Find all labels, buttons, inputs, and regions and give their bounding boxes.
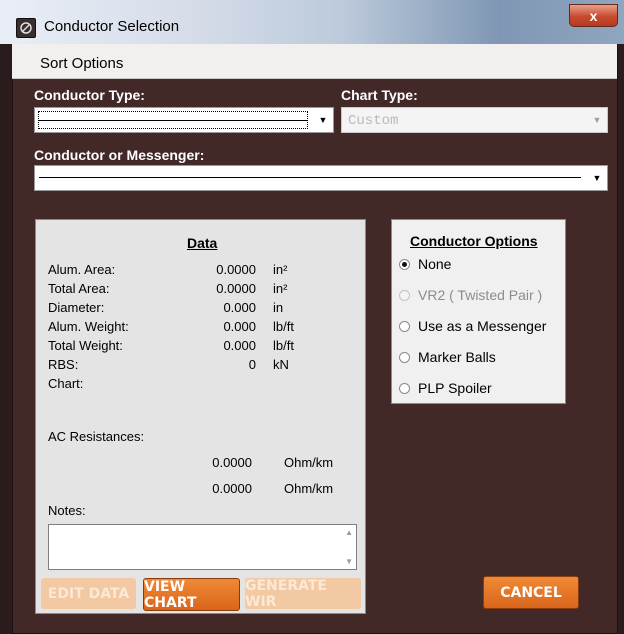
row-label-total-weight: Total Weight: [48, 338, 123, 353]
conductor-options-title: Conductor Options [410, 233, 538, 249]
window-title: Conductor Selection [44, 18, 180, 35]
conductor-or-messenger-select[interactable]: ▼ [34, 165, 608, 191]
radio-icon [399, 320, 410, 332]
option-none-label: None [418, 256, 452, 272]
unit-diameter: in [273, 300, 284, 315]
radio-checked-icon [399, 258, 410, 270]
option-none[interactable]: None [399, 256, 451, 272]
close-button[interactable]: x [569, 4, 618, 27]
notes-field[interactable]: ▲ ▼ [48, 524, 357, 570]
view-chart-button[interactable]: VIEW CHART [143, 578, 240, 611]
row-label-rbs: RBS: [48, 357, 79, 372]
chevron-down-icon[interactable]: ▼ [313, 108, 333, 132]
conductor-type-select[interactable]: ▼ [34, 107, 334, 133]
value-total-weight: 0.000 [223, 338, 256, 353]
option-plp-spoiler-label: PLP Spoiler [418, 380, 492, 396]
data-panel-title: Data [187, 235, 218, 251]
option-plp-spoiler[interactable]: PLP Spoiler [399, 380, 492, 396]
chevron-down-icon[interactable]: ▼ [587, 166, 607, 190]
unit-total-area: in² [273, 281, 288, 296]
option-vr2[interactable]: VR2 ( Twisted Pair ) [399, 287, 542, 303]
value-rbs: 0 [248, 357, 256, 372]
ac-resistances-label: AC Resistances: [48, 429, 145, 444]
value-ac-resistance-2: 0.0000 [212, 481, 252, 496]
scroll-up-icon[interactable]: ▲ [345, 528, 353, 537]
title-bar: Conductor Selection x [0, 0, 624, 44]
option-marker-balls-label: Marker Balls [418, 349, 496, 365]
scroll-down-icon[interactable]: ▼ [345, 557, 353, 566]
option-messenger[interactable]: Use as a Messenger [399, 318, 546, 334]
conductor-type-label: Conductor Type: [34, 87, 145, 103]
chevron-down-icon[interactable]: ▼ [587, 108, 607, 132]
conductor-options-panel: Conductor Options None VR2 ( Twisted Pai… [391, 219, 566, 404]
selection-line [39, 177, 581, 178]
value-alum-area: 0.0000 [216, 262, 256, 277]
value-ac-resistance-1: 0.0000 [212, 455, 252, 470]
unit-ac-resistance-2: Ohm/km [284, 481, 334, 496]
row-label-diameter: Diameter: [48, 300, 105, 315]
close-icon: x [589, 7, 598, 24]
value-total-area: 0.0000 [216, 281, 256, 296]
unit-rbs: kN [273, 357, 289, 372]
radio-icon [399, 382, 410, 394]
row-label-alum-weight: Alum. Weight: [48, 319, 129, 334]
unit-total-weight: lb/ft [273, 338, 294, 353]
edit-data-button[interactable]: EDIT DATA [41, 578, 136, 609]
unit-ac-resistance-1: Ohm/km [284, 455, 334, 470]
option-messenger-label: Use as a Messenger [418, 318, 547, 334]
cancel-button[interactable]: CANCEL [483, 576, 579, 609]
option-marker-balls[interactable]: Marker Balls [399, 349, 496, 365]
conductor-or-messenger-label: Conductor or Messenger: [34, 147, 205, 163]
notes-label: Notes: [48, 503, 86, 518]
radio-icon [399, 289, 410, 301]
row-label-chart: Chart: [48, 376, 84, 391]
value-diameter: 0.000 [223, 300, 256, 315]
chart-type-select[interactable]: Custom ▼ [341, 107, 608, 133]
selection-line [39, 120, 307, 121]
unit-alum-area: in² [273, 262, 288, 277]
row-label-alum-area: Alum. Area: [48, 262, 116, 277]
option-vr2-label: VR2 ( Twisted Pair ) [418, 287, 543, 303]
app-icon [16, 18, 36, 38]
row-label-total-area: Total Area: [48, 281, 110, 296]
value-alum-weight: 0.000 [223, 319, 256, 334]
menu-sort-options[interactable]: Sort Options [40, 55, 123, 72]
radio-icon [399, 351, 410, 363]
unit-alum-weight: lb/ft [273, 319, 294, 334]
chart-type-value: Custom [348, 113, 399, 129]
menu-bar: Sort Options [12, 44, 617, 79]
chart-type-label: Chart Type: [341, 87, 418, 103]
generate-wir-button[interactable]: GENERATE WIR [245, 578, 361, 610]
